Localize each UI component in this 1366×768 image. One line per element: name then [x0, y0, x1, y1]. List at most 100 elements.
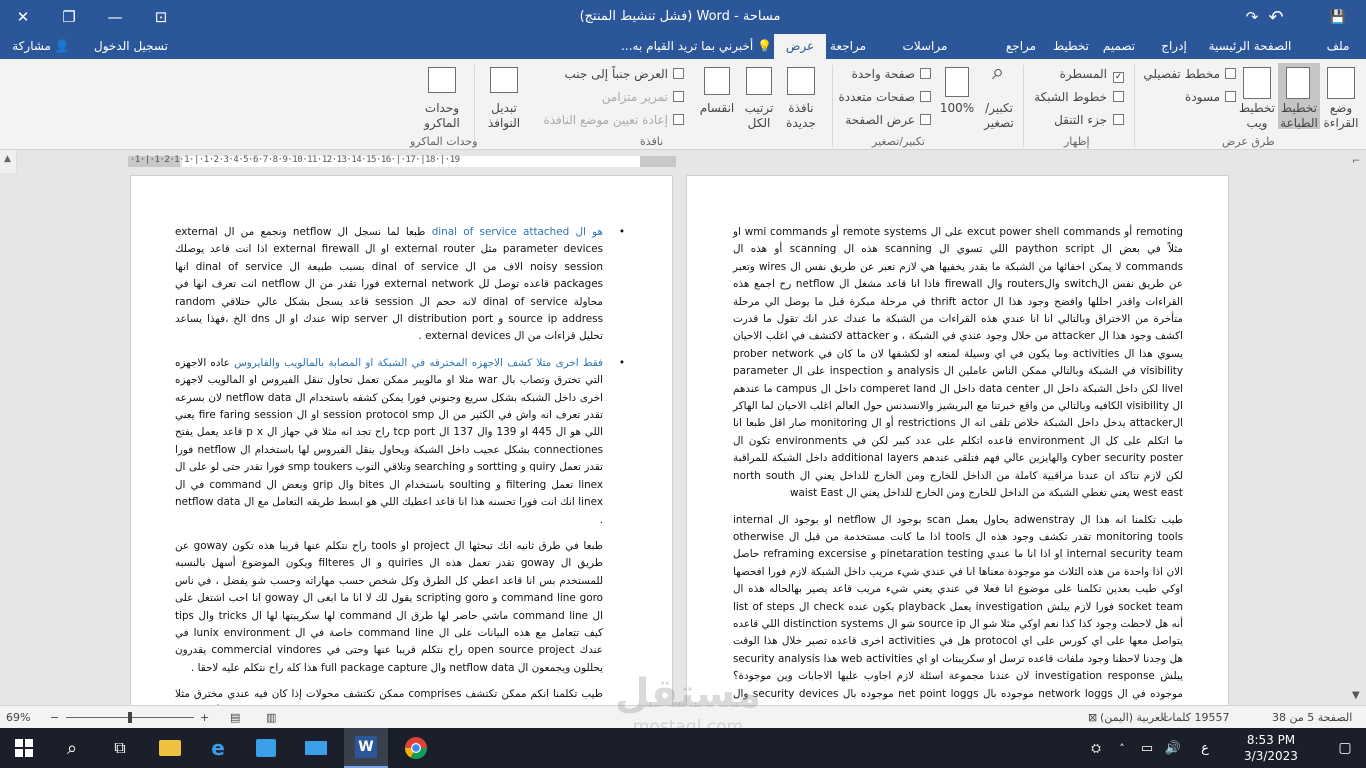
task-view-icon[interactable]: ⧉	[100, 728, 140, 768]
draft-label: مسودة	[1185, 90, 1220, 104]
zoom-button[interactable]: تكبير/تصغير	[976, 101, 1022, 131]
one-page-label: صفحة واحدة	[851, 67, 915, 81]
magnifier-icon: ⌕	[991, 60, 1005, 85]
tab-file[interactable]: ملف	[1322, 34, 1354, 59]
scroll-down-icon[interactable]: ▼	[1352, 690, 1360, 701]
zoom-in-icon[interactable]: +	[200, 706, 209, 729]
tell-me-search[interactable]: 💡 أخبرني بما تريد القيام به...	[592, 34, 772, 59]
share-button[interactable]: 👤 مشاركة	[6, 34, 76, 59]
arrange-all-button[interactable]: ترتيب الكل	[738, 101, 780, 131]
search-icon[interactable]: ⌕	[52, 728, 92, 768]
read-mode-view-icon[interactable]: ▥	[266, 706, 276, 729]
notifications-icon[interactable]: ▢	[1330, 728, 1360, 768]
print-layout-button[interactable]: تخطيط الطباعة	[1276, 101, 1322, 131]
multi-page-label: صفحات متعددة	[838, 90, 915, 104]
store-icon[interactable]	[246, 728, 286, 768]
web-layout-icon	[1243, 67, 1271, 99]
tab-insert[interactable]: إدراج	[1154, 34, 1194, 59]
bullet-text: عاده الاجهزه التي تخترق وتصاب بال war مث…	[175, 356, 604, 526]
tab-mailings[interactable]: مراسلات	[896, 34, 954, 59]
tab-design[interactable]: تصميم	[1098, 34, 1140, 59]
chrome-icon[interactable]	[394, 728, 438, 768]
page-number[interactable]: الصفحة 5 من 38	[1272, 706, 1352, 729]
ribbon-display-icon: ⊡	[154, 8, 168, 26]
zoom-slider-thumb[interactable]	[128, 712, 132, 723]
bullet-icon: •	[618, 226, 625, 238]
tab-view[interactable]: عرض	[774, 34, 826, 59]
restore-button[interactable]: ❐	[46, 0, 92, 34]
right-scrollbar[interactable]: ⌐ ▼	[1348, 150, 1366, 705]
tab-references[interactable]: مراجع	[1000, 34, 1042, 59]
save-button[interactable]: 💾	[1320, 0, 1356, 34]
web-layout-button[interactable]: تخطيط ويب	[1234, 101, 1280, 131]
reset-window-button[interactable]: إعادة تعيين موضع النافذة	[543, 113, 684, 128]
mail-icon[interactable]	[296, 728, 336, 768]
page-right-body[interactable]: remoting أو excut power shell commands ع…	[733, 224, 1183, 705]
checkbox-icon	[1113, 91, 1124, 102]
tab-review[interactable]: مراجعة	[820, 34, 876, 59]
tab-home[interactable]: الصفحة الرئيسية	[1200, 34, 1300, 59]
tell-me-text: أخبرني بما تريد القيام به...	[621, 39, 754, 53]
bullet-lead: هو ال dinal of service attached	[431, 226, 603, 238]
undo-button[interactable]: ↶	[1258, 0, 1294, 34]
undo-icon: ↶	[1268, 6, 1284, 28]
horizontal-ruler[interactable]: ·1·|·1·2·1·1·|·1·2·3·4·5·6·7·8·9·10·11·1…	[0, 150, 1366, 173]
ruler-label: المسطرة	[1059, 67, 1107, 81]
tab-layout[interactable]: تخطيط	[1050, 34, 1092, 59]
zoom-100-button[interactable]: 100%	[936, 101, 978, 116]
new-window-button[interactable]: نافذة جديدة	[780, 101, 822, 131]
language-indicator[interactable]: العربية (اليمن)	[1100, 706, 1167, 729]
sync-scroll-icon	[673, 91, 684, 102]
paragraph: طيب تكلمنا انه هذا ال adwenstray يحاول ي…	[733, 513, 1184, 706]
outline-label: مخطط تفصيلي	[1143, 67, 1220, 81]
people-icon[interactable]: ⛭	[1082, 728, 1110, 768]
draft-icon	[1225, 91, 1236, 102]
proofing-icon[interactable]: ⊠	[1088, 706, 1097, 729]
one-page-button[interactable]: صفحة واحدة	[852, 67, 931, 82]
input-language[interactable]: ع	[1192, 728, 1218, 768]
gridlines-checkbox[interactable]: خطوط الشبكة	[1034, 90, 1124, 105]
draft-button[interactable]: مسودة	[1185, 90, 1236, 105]
clock[interactable]: 8:53 PM 3/3/2023	[1226, 728, 1316, 768]
read-mode-button[interactable]: وضع القراءة	[1318, 101, 1364, 131]
outline-button[interactable]: مخطط تفصيلي	[1143, 67, 1236, 82]
read-mode-icon	[1327, 67, 1355, 99]
volume-icon[interactable]: 🔊	[1160, 728, 1186, 768]
scroll-up-icon[interactable]: ▲	[4, 154, 11, 164]
checkbox-icon	[1113, 114, 1124, 125]
page-left-body[interactable]: • هو ال dinal of service attached طبعا لم…	[175, 224, 625, 705]
outline-icon	[1225, 68, 1236, 79]
macros-button[interactable]: وحدات الماكرو	[418, 101, 466, 131]
sync-scroll-button[interactable]: تمرير متزامن	[602, 90, 684, 105]
edge-icon[interactable]: e	[198, 728, 238, 768]
windows-start-icon[interactable]	[4, 728, 44, 768]
minimize-button[interactable]: —	[92, 0, 138, 34]
switch-windows-button[interactable]: تبديل النوافذ	[482, 101, 526, 131]
file-explorer-icon[interactable]	[150, 728, 190, 768]
sign-in-link[interactable]: تسجيل الدخول	[86, 34, 176, 59]
ruler-checkbox[interactable]: ✓ المسطرة	[1060, 67, 1124, 83]
zoom-out-icon[interactable]: −	[50, 706, 59, 729]
zoom-percent[interactable]: 69%	[6, 706, 30, 729]
taskbar: ⌕ ⧉ e W ⛭ ˄ ▭ 🔊 ع 8:53 PM 3/3/2023 ▢	[0, 728, 1366, 768]
network-icon[interactable]: ▭	[1134, 728, 1160, 768]
macros-group-label: وحدات الماكرو	[410, 135, 478, 148]
word-count[interactable]: 19557 كلمات	[1162, 706, 1229, 729]
tray-chevron-icon[interactable]: ˄	[1110, 728, 1134, 768]
multiple-pages-button[interactable]: صفحات متعددة	[838, 90, 931, 105]
word-taskbar-icon[interactable]: W	[344, 728, 388, 768]
side-by-side-button[interactable]: العرض جنباً إلى جنب	[565, 67, 684, 82]
nav-pane-checkbox[interactable]: جزء التنقل	[1054, 113, 1124, 128]
ribbon: وضع القراءة تخطيط الطباعة تخطيط ويب مخطط…	[0, 59, 1366, 150]
close-button[interactable]: ✕	[0, 0, 46, 34]
split-button[interactable]: انقسام	[696, 101, 738, 116]
checkbox-checked-icon: ✓	[1113, 72, 1124, 83]
ribbon-display-options-button[interactable]: ⊡	[138, 0, 184, 34]
page-width-icon	[920, 114, 931, 125]
print-layout-view-icon[interactable]: ▤	[230, 706, 240, 729]
paragraph: remoting أو excut power shell commands ع…	[733, 226, 1184, 500]
page-width-button[interactable]: عرض الصفحة	[845, 113, 931, 128]
panel-toggle-icon[interactable]: ⌐	[1352, 156, 1360, 167]
zoom-100-icon	[945, 67, 969, 97]
nav-pane-label: جزء التنقل	[1054, 113, 1107, 127]
